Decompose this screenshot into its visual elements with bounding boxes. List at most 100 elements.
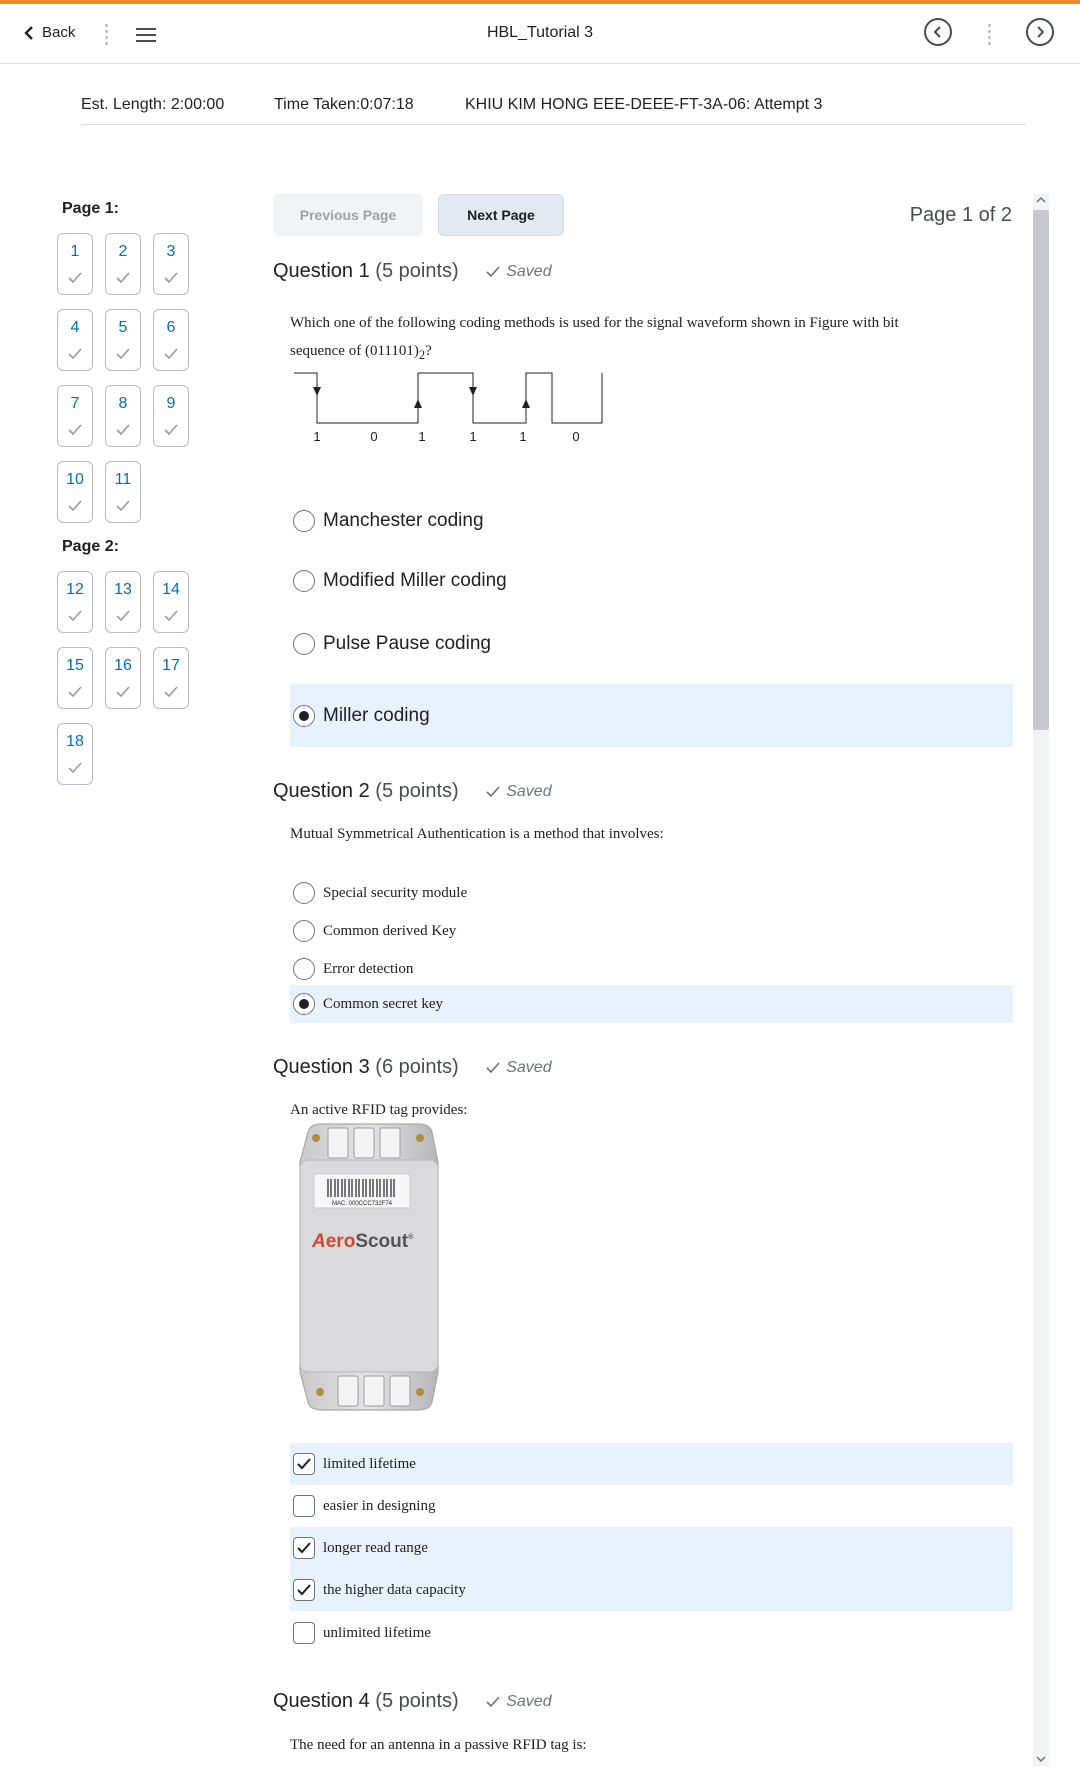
question-number: 13	[114, 581, 132, 598]
answer-option[interactable]: Common derived Key	[290, 912, 1013, 950]
scrollbar-thumb[interactable]	[1033, 210, 1049, 730]
question-points: (6 points)	[375, 1056, 459, 1078]
question-nav-tile[interactable]: 8	[105, 385, 141, 447]
question-4-header: Question 4 (5 points) Saved	[273, 1690, 552, 1713]
question-nav-tile[interactable]: 7	[57, 385, 93, 447]
question-nav-tile[interactable]: 17	[153, 647, 189, 709]
answer-option[interactable]: limited lifetime	[290, 1443, 1013, 1485]
answer-option[interactable]: Modified Miller coding	[290, 559, 1013, 603]
checkmark-icon	[68, 686, 82, 697]
checkmark-icon	[297, 1542, 311, 1554]
question-nav-tile[interactable]: 14	[153, 571, 189, 633]
question-text-suffix: ?	[425, 343, 432, 359]
checkbox[interactable]	[293, 1537, 315, 1559]
previous-page-button[interactable]: Previous Page	[273, 194, 423, 236]
brand-prefix: A	[311, 1231, 326, 1252]
option-label: Special security module	[323, 884, 468, 901]
answer-option[interactable]: Special security module	[290, 874, 1013, 912]
waveform-bit-label: 0	[572, 429, 579, 444]
saved-label: Saved	[506, 1058, 552, 1076]
question-nav-tile[interactable]: 11	[105, 461, 141, 523]
top-navbar: Back HBL_Tutorial 3	[0, 0, 1080, 64]
checkmark-icon	[116, 686, 130, 697]
option-label: the higher data capacity	[323, 1581, 466, 1598]
waveform-bit-label: 0	[370, 429, 377, 444]
radio-button[interactable]	[293, 993, 315, 1015]
question-points: (5 points)	[375, 780, 459, 802]
saved-status: Saved	[486, 783, 552, 801]
saved-status: Saved	[486, 1058, 552, 1077]
question-nav-tile[interactable]: 1	[57, 233, 93, 295]
page-title: HBL_Tutorial 3	[486, 24, 594, 41]
checkmark-icon	[68, 610, 82, 621]
question-2-header: Question 2 (5 points) Saved	[273, 780, 552, 803]
question-nav-tile[interactable]: 15	[57, 647, 93, 709]
question-nav-tile[interactable]: 18	[57, 723, 93, 785]
radio-button[interactable]	[293, 958, 315, 980]
checkmark-icon	[116, 500, 130, 511]
next-topic-button[interactable]	[1026, 18, 1054, 46]
checkmark-icon	[297, 1584, 311, 1596]
saved-label: Saved	[506, 1692, 552, 1710]
answer-option[interactable]: the higher data capacity	[290, 1569, 1013, 1611]
checkbox[interactable]	[293, 1579, 315, 1601]
checkmark-icon	[164, 610, 178, 621]
question-nav-tile[interactable]: 5	[105, 309, 141, 371]
menu-icon[interactable]	[136, 28, 156, 46]
page-indicator: Page 1 of 2	[909, 204, 1012, 226]
previous-topic-button[interactable]	[924, 18, 952, 46]
down-arrow-icon	[469, 387, 477, 396]
radio-button[interactable]	[293, 633, 315, 655]
answer-option[interactable]: Error detection	[290, 950, 1013, 988]
question-nav-tile[interactable]: 16	[105, 647, 141, 709]
chevron-left-icon	[933, 26, 941, 38]
checkmark-icon	[486, 1062, 500, 1073]
checkbox[interactable]	[293, 1495, 315, 1517]
radio-button[interactable]	[293, 510, 315, 532]
signal-waveform-figure: 1 0 1 1 1 0	[294, 372, 603, 444]
question-nav-tile[interactable]: 9	[153, 385, 189, 447]
scroll-down-icon[interactable]	[1036, 1755, 1046, 1763]
question-nav-tile[interactable]: 12	[57, 571, 93, 633]
answer-option[interactable]: Pulse Pause coding	[290, 622, 1013, 666]
question-nav-tile[interactable]: 4	[57, 309, 93, 371]
checkbox[interactable]	[293, 1622, 315, 1644]
question-nav-tile[interactable]: 13	[105, 571, 141, 633]
question-nav-tile[interactable]: 6	[153, 309, 189, 371]
question-nav-tile[interactable]: 2	[105, 233, 141, 295]
answer-option[interactable]: unlimited lifetime	[290, 1612, 1013, 1654]
checkbox[interactable]	[293, 1453, 315, 1475]
answer-option[interactable]: Common secret key	[290, 985, 1013, 1023]
question-nav-tile[interactable]: 10	[57, 461, 93, 523]
next-page-button[interactable]: Next Page	[438, 194, 564, 236]
checkmark-icon	[486, 786, 500, 797]
saved-label: Saved	[506, 262, 552, 280]
question-points: (5 points)	[375, 1690, 459, 1712]
question-number: 14	[162, 581, 180, 598]
waveform-line	[294, 372, 603, 424]
question-text-prefix: sequence of (011101)	[290, 343, 419, 359]
question-number: 18	[66, 733, 84, 750]
answer-option[interactable]: Miller coding	[290, 684, 1013, 747]
radio-button[interactable]	[293, 882, 315, 904]
radio-button[interactable]	[293, 704, 315, 727]
question-title: Question 3	[273, 1056, 370, 1078]
answer-option[interactable]: easier in designing	[290, 1485, 1013, 1527]
question-nav-tile[interactable]: 3	[153, 233, 189, 295]
back-button[interactable]: Back	[24, 24, 75, 41]
quiz-info-bar: Est. Length: 2:00:00 Time Taken:0:07:18 …	[81, 94, 1026, 125]
question-number: 9	[166, 395, 176, 412]
scroll-up-icon[interactable]	[1036, 196, 1046, 204]
saved-status: Saved	[486, 1692, 552, 1711]
option-label: Manchester coding	[323, 510, 484, 531]
question-number: 1	[70, 243, 80, 260]
checkmark-icon	[68, 272, 82, 283]
answer-option[interactable]: Manchester coding	[290, 499, 1013, 543]
question-2-text: Mutual Symmetrical Authentication is a m…	[290, 826, 664, 842]
brand-logo-text: AeroScout®	[311, 1231, 414, 1252]
answer-option[interactable]: longer read range	[290, 1527, 1013, 1569]
saved-status: Saved	[486, 262, 552, 281]
radio-button[interactable]	[293, 920, 315, 942]
question-number: 8	[118, 395, 128, 412]
radio-button[interactable]	[293, 570, 315, 592]
